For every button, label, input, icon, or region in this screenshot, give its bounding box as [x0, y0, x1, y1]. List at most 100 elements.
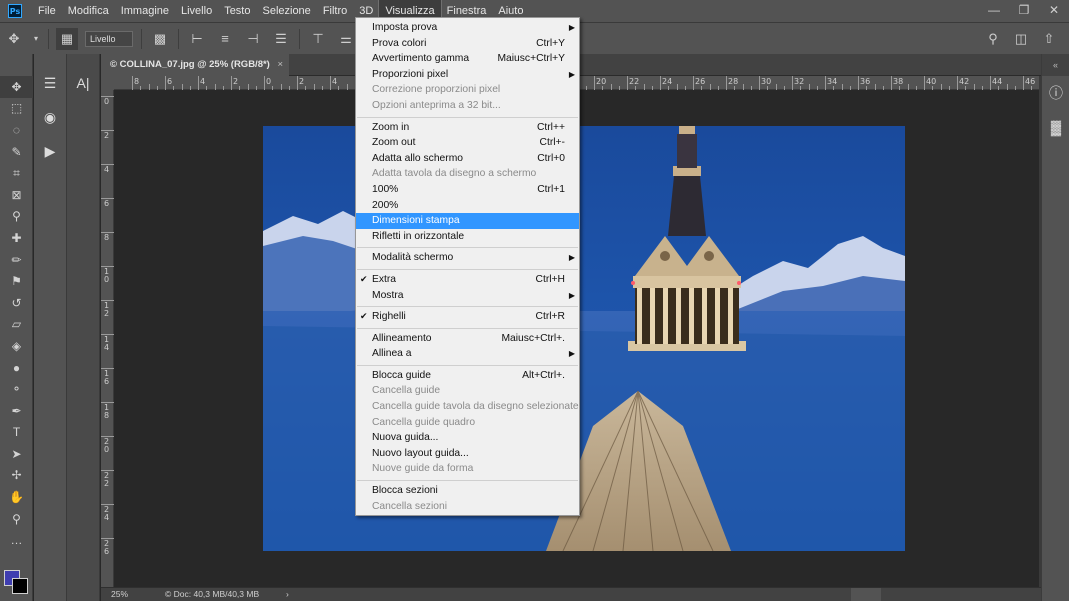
menu-filtro[interactable]: Filtro [317, 0, 353, 22]
healing-brush-tool-icon[interactable]: ✚ [0, 227, 33, 249]
menu-item-dimensioni-stampa[interactable]: Dimensioni stampa [356, 213, 579, 229]
menu-separator [357, 116, 578, 118]
distribute-icon[interactable]: ☰ [270, 28, 292, 50]
blur-tool-icon[interactable]: ● [0, 357, 33, 379]
ruler-tick-label: 22 [629, 77, 640, 86]
brush-tool-icon[interactable]: ✏ [0, 249, 33, 271]
vertical-ruler[interactable]: 0 2 4 6 8 1 0 1 2 1 4 1 6 1 8 2 0 2 2 2 4 2 6 [101, 90, 114, 587]
more-tools-icon[interactable]: … [0, 529, 33, 551]
zoom-level[interactable]: 25% [111, 588, 128, 601]
share-icon[interactable]: ⇧ [1038, 28, 1060, 50]
menu-item-allineamento[interactable]: Allineamento Maiusc+Ctrl+. [356, 331, 579, 347]
channels-icon[interactable]: ◉ [34, 100, 66, 134]
color-swatches[interactable] [4, 570, 30, 596]
menu-item-prova-colori[interactable]: Prova colori Ctrl+Y [356, 36, 579, 52]
quick-selection-tool-icon[interactable]: ✎ [0, 141, 33, 163]
ruler-tick-label: 28 [728, 77, 739, 86]
auto-select-dropdown[interactable]: Livello [85, 30, 133, 47]
tool-list: ✥ ⬚ ◌ ✎ ⌗ ⊠ ⚲ ✚ ✏ ⚑ ↺ ▱ ◈ ● ⚬ ✒ T ➤ ✢ ✋ ⚲… [0, 54, 33, 551]
menu-item-zoom-in[interactable]: Zoom in Ctrl++ [356, 120, 579, 136]
ruler-tick-label: 2 4 [104, 505, 110, 522]
path-selection-tool-icon[interactable]: ➤ [0, 443, 33, 465]
menu-immagine[interactable]: Immagine [115, 0, 175, 22]
frame-tool-icon[interactable]: ⊠ [0, 184, 33, 206]
transform-controls-icon[interactable]: ▩ [149, 28, 171, 50]
menu-item-zoom-out[interactable]: Zoom out Ctrl+- [356, 135, 579, 151]
workspace-icon[interactable]: ◫ [1010, 28, 1032, 50]
type-tool-icon[interactable]: T [0, 422, 33, 444]
menu-item-allinea-a[interactable]: Allinea a ▶ [356, 346, 579, 362]
history-brush-tool-icon[interactable]: ↺ [0, 292, 33, 314]
ruler-tick [891, 76, 892, 90]
menu-item-proporzioni-pixel[interactable]: Proporzioni pixel ▶ [356, 67, 579, 83]
close-icon[interactable]: ✕ [1039, 0, 1069, 22]
ruler-tick [330, 76, 331, 90]
paint-bucket-tool-icon[interactable]: ◈ [0, 335, 33, 357]
align-middle-icon[interactable]: ⚌ [335, 28, 357, 50]
ruler-tick [726, 76, 727, 90]
document-tab[interactable]: © COLLINA_07.jpg @ 25% (RGB/8*) × [101, 54, 289, 76]
menu-item-righelli[interactable]: ✔ Righelli Ctrl+R [356, 309, 579, 325]
menu-item-mostra[interactable]: Mostra ▶ [356, 288, 579, 304]
menu-item-blocca-sezioni[interactable]: Blocca sezioni [356, 483, 579, 499]
menu-item-200%[interactable]: 200% [356, 198, 579, 214]
menu-item-rifletti-in-orizzontale[interactable]: Rifletti in orizzontale [356, 229, 579, 245]
chevron-down-icon[interactable]: ▾ [31, 28, 41, 50]
background-color-swatch[interactable] [12, 578, 28, 594]
align-top-icon[interactable]: ⊤ [307, 28, 329, 50]
menu-separator [357, 247, 578, 249]
eraser-tool-icon[interactable]: ▱ [0, 314, 33, 336]
align-left-icon[interactable]: ⊢ [186, 28, 208, 50]
menu-selezione[interactable]: Selezione [256, 0, 316, 22]
menu-testo[interactable]: Testo [218, 0, 256, 22]
search-icon[interactable]: ⚲ [982, 28, 1004, 50]
info-icon[interactable]: ⓘ [1042, 76, 1069, 110]
play-icon[interactable]: ▶ [34, 134, 66, 168]
shape-tool-icon[interactable]: ✢ [0, 465, 33, 487]
menu-modifica[interactable]: Modifica [62, 0, 115, 22]
auto-select-icon[interactable]: ▦ [56, 27, 78, 50]
histogram-icon[interactable]: ▓ [1042, 110, 1069, 144]
menu-item-100%[interactable]: 100% Ctrl+1 [356, 182, 579, 198]
restore-icon[interactable]: ❐ [1009, 0, 1039, 22]
ruler-tick [198, 76, 199, 90]
menu-livello[interactable]: Livello [175, 0, 218, 22]
ruler-tick [101, 266, 114, 267]
character-icon[interactable]: A| [67, 66, 99, 100]
marquee-tool-icon[interactable]: ⬚ [0, 98, 33, 120]
ruler-tick-label: 42 [959, 77, 970, 86]
crop-tool-icon[interactable]: ⌗ [0, 162, 33, 184]
collapse-icon[interactable]: « [1042, 54, 1069, 76]
align-right-icon[interactable]: ⊣ [242, 28, 264, 50]
move-tool-icon[interactable]: ✥ [3, 28, 25, 50]
menu-item-nuova-guida[interactable]: Nuova guida... [356, 430, 579, 446]
clone-stamp-tool-icon[interactable]: ⚑ [0, 270, 33, 292]
lasso-tool-icon[interactable]: ◌ [0, 119, 33, 141]
menu-item-adatta-allo-schermo[interactable]: Adatta allo schermo Ctrl+0 [356, 151, 579, 167]
menu-file[interactable]: File [32, 0, 62, 22]
menu-item-label: Prova colori [372, 37, 427, 49]
menu-item-imposta-prova[interactable]: Imposta prova ▶ [356, 20, 579, 36]
layers-icon[interactable]: ☰ [34, 66, 66, 100]
ruler-tick [101, 198, 114, 199]
minimize-icon[interactable]: — [979, 0, 1009, 22]
ruler-tick-label: 24 [662, 77, 673, 86]
close-icon[interactable]: × [277, 54, 283, 76]
menu-item-blocca-guide[interactable]: Blocca guide Alt+Ctrl+. [356, 368, 579, 384]
horizontal-scrollbar[interactable] [851, 588, 881, 601]
eyedropper-tool-icon[interactable]: ⚲ [0, 206, 33, 228]
dodge-tool-icon[interactable]: ⚬ [0, 378, 33, 400]
zoom-tool-icon[interactable]: ⚲ [0, 508, 33, 530]
menu-item-opzioni-anteprima-a-32-bit: Opzioni anteprima a 32 bit... [356, 98, 579, 114]
status-menu-arrow[interactable]: › [286, 588, 289, 601]
pen-tool-icon[interactable]: ✒ [0, 400, 33, 422]
ruler-tick-label: 0 [266, 77, 272, 86]
menu-item-modalit-schermo[interactable]: Modalità schermo ▶ [356, 250, 579, 266]
align-center-icon[interactable]: ≡ [214, 28, 236, 50]
move-tool-icon[interactable]: ✥ [0, 76, 33, 98]
menu-item-avvertimento-gamma[interactable]: Avvertimento gamma Maiusc+Ctrl+Y [356, 51, 579, 67]
hand-tool-icon[interactable]: ✋ [0, 486, 33, 508]
menu-item-nuovo-layout-guida[interactable]: Nuovo layout guida... [356, 446, 579, 462]
menu-item-extra[interactable]: ✔ Extra Ctrl+H [356, 272, 579, 288]
panel-strip-secondary: A| [66, 54, 100, 601]
